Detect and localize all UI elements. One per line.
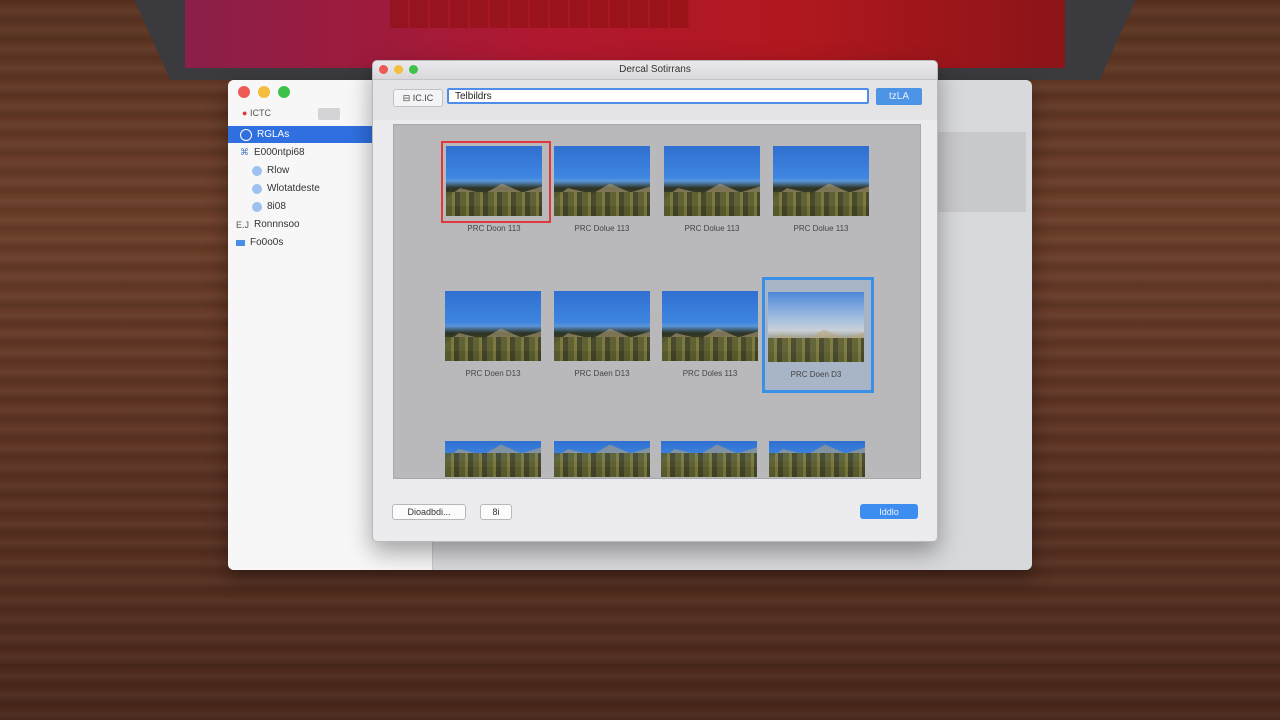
sidebar-item-rlow[interactable]: Rlow [228, 162, 372, 179]
image-picker-dialog: Dercal Sotirrans ⊟ IC.IC Telbildrs tzLA … [372, 60, 938, 542]
cloud-icon [252, 183, 262, 194]
window-controls [238, 86, 290, 98]
thumbnail-item[interactable] [554, 441, 650, 477]
download-button[interactable]: Dioadbdi... [392, 504, 466, 520]
cloud-icon [252, 165, 262, 176]
laptop-screen [185, 0, 1065, 68]
thumbnail-item[interactable]: PRC Dolue 113 [554, 146, 650, 233]
close-button[interactable] [238, 86, 250, 98]
thumbnail-image [768, 292, 864, 362]
thumbnail-item[interactable]: PRC Doles 113 [662, 291, 758, 378]
sidebar-item-8i08[interactable]: 8i08 [228, 198, 372, 215]
thumbnail-image [446, 146, 542, 216]
dialog-title: Dercal Sotirrans [619, 64, 691, 75]
thumbnail-image [554, 441, 650, 477]
sidebar-item-fo0o0s[interactable]: Fo0o0s [228, 234, 372, 251]
dialog-titlebar: Dercal Sotirrans [373, 61, 937, 80]
thumbnail-item-selected[interactable]: PRC Doen D3 [768, 292, 864, 379]
thumbnail-item[interactable] [661, 441, 757, 477]
sidebar-item-e000ntpi68[interactable]: ⌘ E000ntpi68 [228, 144, 372, 161]
thumbnail-item[interactable] [769, 441, 865, 477]
drive-icon [236, 239, 245, 246]
sidebar-item-wlotatdeste[interactable]: Wlotatdeste [228, 180, 372, 197]
thumbnail-label: PRC Doen D3 [790, 370, 842, 379]
thumbnail-item[interactable]: PRC Daen D13 [554, 291, 650, 378]
thumbnail-image [661, 441, 757, 477]
dialog-toolbar: ⊟ IC.IC Telbildrs tzLA [373, 80, 937, 120]
sidebar-toolbar-label: ● ICTC [242, 108, 271, 118]
thumbnail-image [769, 441, 865, 477]
thumbnail-image [445, 291, 541, 361]
thumbnail-label: PRC Dolue 113 [793, 224, 849, 233]
thumbnail-label: PRC Dolue 113 [684, 224, 740, 233]
folder-icon: E.J [236, 219, 250, 230]
options-button[interactable]: 8i [480, 504, 512, 520]
search-input[interactable]: Telbildrs [447, 88, 869, 104]
thumbnail-item[interactable]: PRC Doon 113 [446, 146, 542, 233]
thumbnail-image [554, 291, 650, 361]
back-button[interactable]: ⊟ IC.IC [393, 89, 443, 107]
thumbnail-item[interactable]: PRC Dolue 113 [773, 146, 869, 233]
globe-icon [240, 128, 252, 141]
search-go-button[interactable]: tzLA [876, 88, 922, 105]
thumbnail-item[interactable]: PRC Dolue 113 [664, 146, 760, 233]
finder-preview-pane [936, 132, 1026, 212]
thumbnail-label: PRC Daen D13 [574, 369, 630, 378]
minimize-button[interactable] [258, 86, 270, 98]
sidebar-item-rglas[interactable]: RGLAs [228, 126, 372, 143]
thumbnail-item[interactable] [445, 441, 541, 477]
thumbnail-image [445, 441, 541, 477]
primary-action-button[interactable]: Iddlo [860, 504, 918, 519]
thumbnail-label: PRC Doles 113 [682, 369, 738, 378]
sidebar-item-ronnnsoo[interactable]: E.J Ronnnsoo [228, 216, 372, 233]
folder-icon: ⌘ [240, 147, 249, 157]
thumbnail-label: PRC Doen D13 [465, 369, 521, 378]
thumbnail-item[interactable]: PRC Doen D13 [445, 291, 541, 378]
record-icon: ● [242, 108, 248, 118]
thumbnail-label: PRC Doon 113 [467, 224, 521, 233]
zoom-button[interactable] [278, 86, 290, 98]
thumbnail-image [773, 146, 869, 216]
thumbnail-grid: PRC Doon 113 PRC Dolue 113 PRC Dolue 113… [393, 124, 921, 479]
thumbnail-image [554, 146, 650, 216]
thumbnail-image [664, 146, 760, 216]
thumbnail-image [662, 291, 758, 361]
cloud-icon [252, 201, 262, 212]
sidebar-toggle-button[interactable] [318, 108, 340, 120]
thumbnail-label: PRC Dolue 113 [574, 224, 630, 233]
